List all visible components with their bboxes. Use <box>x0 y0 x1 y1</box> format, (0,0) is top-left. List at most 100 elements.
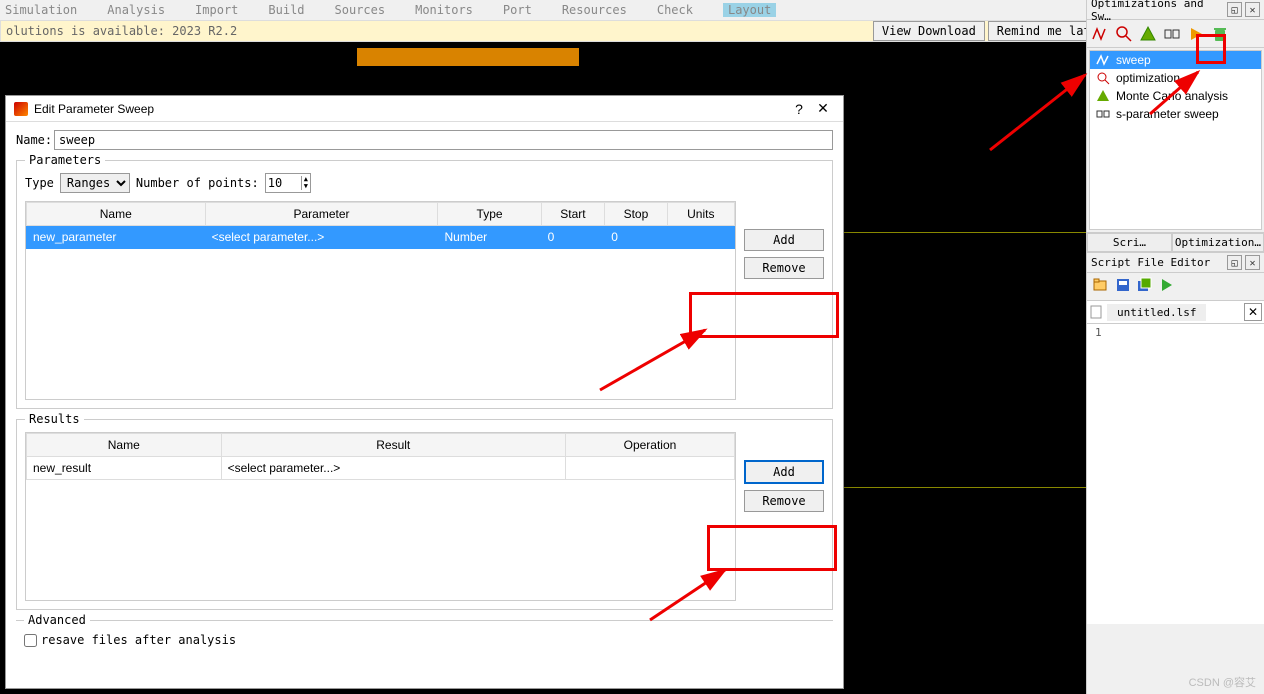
col-units[interactable]: Units <box>667 203 734 226</box>
script-panel-title: Script File Editor <box>1091 256 1210 269</box>
close-icon[interactable]: ✕ <box>1245 255 1260 270</box>
delete-icon[interactable] <box>1211 25 1229 43</box>
tab-optimization[interactable]: Optimization… <box>1172 233 1264 252</box>
npoints-input[interactable] <box>266 174 301 192</box>
opt-panel-header: Optimizations and Sw… ◱ ✕ <box>1087 0 1264 20</box>
tree-item-optimization[interactable]: optimization <box>1090 69 1261 87</box>
tree-label: Monte Carlo analysis <box>1116 89 1228 103</box>
type-select[interactable]: Ranges <box>60 173 130 193</box>
add-result-button[interactable]: Add <box>744 460 824 484</box>
remove-result-button[interactable]: Remove <box>744 490 824 512</box>
cell-units[interactable] <box>667 226 734 249</box>
tree-item-sweep[interactable]: sweep <box>1090 51 1261 69</box>
table-scroll[interactable] <box>26 249 735 399</box>
canvas-toolbar: ◱ ✕ <box>0 42 1264 64</box>
update-bar: olutions is available: 2023 R2.2 View Do… <box>0 20 1264 42</box>
menu-build[interactable]: Build <box>268 3 304 17</box>
line-number: 1 <box>1095 326 1102 339</box>
menu-layout[interactable]: Layout <box>723 3 776 17</box>
tree-item-sparameter[interactable]: s-parameter sweep <box>1090 105 1261 123</box>
active-tab-indicator <box>357 48 579 66</box>
view-download-button[interactable]: View Download <box>873 21 985 41</box>
col-result[interactable]: Result <box>221 434 565 457</box>
results-table: Name Result Operation new_result <select… <box>25 432 736 601</box>
help-icon[interactable]: ? <box>787 101 811 117</box>
col-type[interactable]: Type <box>438 203 541 226</box>
menu-analysis[interactable]: Analysis <box>107 3 165 17</box>
script-panel: Script File Editor ◱ ✕ untitled.lsf ✕ 1 <box>1087 252 1264 624</box>
cell-start[interactable]: 0 <box>541 226 605 249</box>
menu-resources[interactable]: Resources <box>562 3 627 17</box>
col-name[interactable]: Name <box>27 203 206 226</box>
menu-sources[interactable]: Sources <box>335 3 386 17</box>
spin-down-icon[interactable]: ▼ <box>301 183 310 190</box>
dialog-title: Edit Parameter Sweep <box>34 102 787 116</box>
menu-check[interactable]: Check <box>657 3 693 17</box>
table-scroll[interactable] <box>26 480 735 600</box>
opt-panel-title: Optimizations and Sw… <box>1091 0 1226 23</box>
opt-tree: sweep optimization Monte Carlo analysis … <box>1089 50 1262 230</box>
npoints-spinner[interactable]: ▲▼ <box>265 173 311 193</box>
dock-icon[interactable]: ◱ <box>1227 255 1242 270</box>
close-icon[interactable]: ✕ <box>1245 2 1260 17</box>
saveall-icon[interactable] <box>1137 277 1153 296</box>
col-stop[interactable]: Stop <box>605 203 667 226</box>
cell-rname[interactable]: new_result <box>27 457 222 480</box>
cell-stop[interactable]: 0 <box>605 226 667 249</box>
parameters-legend: Parameters <box>25 153 105 167</box>
cell-operation[interactable] <box>565 457 734 480</box>
montecarlo-icon[interactable] <box>1139 25 1157 43</box>
parameters-table: Name Parameter Type Start Stop Units new… <box>25 201 736 400</box>
resave-checkbox-row[interactable]: resave files after analysis <box>24 629 825 651</box>
table-row[interactable]: new_parameter <select parameter...> Numb… <box>27 226 735 249</box>
save-icon[interactable] <box>1115 277 1131 296</box>
cell-name[interactable]: new_parameter <box>27 226 206 249</box>
sweep-icon[interactable] <box>1091 25 1109 43</box>
grid-line <box>844 232 1086 233</box>
menu-import[interactable]: Import <box>195 3 238 17</box>
script-filename[interactable]: untitled.lsf <box>1107 304 1206 321</box>
opt-toolbar <box>1087 20 1264 48</box>
run-icon[interactable] <box>1187 25 1205 43</box>
close-dialog-icon[interactable]: ✕ <box>811 100 835 117</box>
resave-label: resave files after analysis <box>41 633 236 647</box>
script-editor[interactable]: 1 <box>1087 324 1264 624</box>
tree-label: s-parameter sweep <box>1116 107 1219 121</box>
optimization-icon[interactable] <box>1115 25 1133 43</box>
menu-monitors[interactable]: Monitors <box>415 3 473 17</box>
tree-item-montecarlo[interactable]: Monte Carlo analysis <box>1090 87 1261 105</box>
menu-port[interactable]: Port <box>503 3 532 17</box>
tree-label: sweep <box>1116 53 1151 67</box>
run-icon[interactable] <box>1159 277 1175 296</box>
col-start[interactable]: Start <box>541 203 605 226</box>
col-rname[interactable]: Name <box>27 434 222 457</box>
cell-parameter[interactable]: <select parameter...> <box>205 226 438 249</box>
table-row[interactable]: new_result <select parameter...> <box>27 457 735 480</box>
tree-label: optimization <box>1116 71 1180 85</box>
col-operation[interactable]: Operation <box>565 434 734 457</box>
right-tabs: Scri… Optimization… <box>1087 232 1264 252</box>
cell-result[interactable]: <select parameter...> <box>221 457 565 480</box>
menu-simulation[interactable]: Simulation <box>5 3 77 17</box>
col-parameter[interactable]: Parameter <box>205 203 438 226</box>
type-label: Type <box>25 176 54 190</box>
add-parameter-button[interactable]: Add <box>744 229 824 251</box>
watermark: CSDN @容艾 <box>1189 674 1256 690</box>
parameters-section: Parameters Type Ranges Number of points:… <box>16 160 833 409</box>
resave-checkbox[interactable] <box>24 634 37 647</box>
dock-icon[interactable]: ◱ <box>1227 2 1242 17</box>
top-menu: Simulation Analysis Import Build Sources… <box>0 0 1264 20</box>
dialog-titlebar: Edit Parameter Sweep ? ✕ <box>6 96 843 122</box>
name-input[interactable] <box>54 130 833 150</box>
update-text: olutions is available: 2023 R2.2 <box>6 24 870 38</box>
open-icon[interactable] <box>1093 277 1109 296</box>
name-label: Name: <box>16 133 54 147</box>
close-file-icon[interactable]: ✕ <box>1244 303 1262 321</box>
cell-type[interactable]: Number <box>438 226 541 249</box>
npoints-label: Number of points: <box>136 176 259 190</box>
remove-parameter-button[interactable]: Remove <box>744 257 824 279</box>
sparam-icon[interactable] <box>1163 25 1181 43</box>
tab-script[interactable]: Scri… <box>1087 233 1172 252</box>
advanced-section: Advanced resave files after analysis <box>16 620 833 659</box>
script-file-tab: untitled.lsf ✕ <box>1087 301 1264 324</box>
